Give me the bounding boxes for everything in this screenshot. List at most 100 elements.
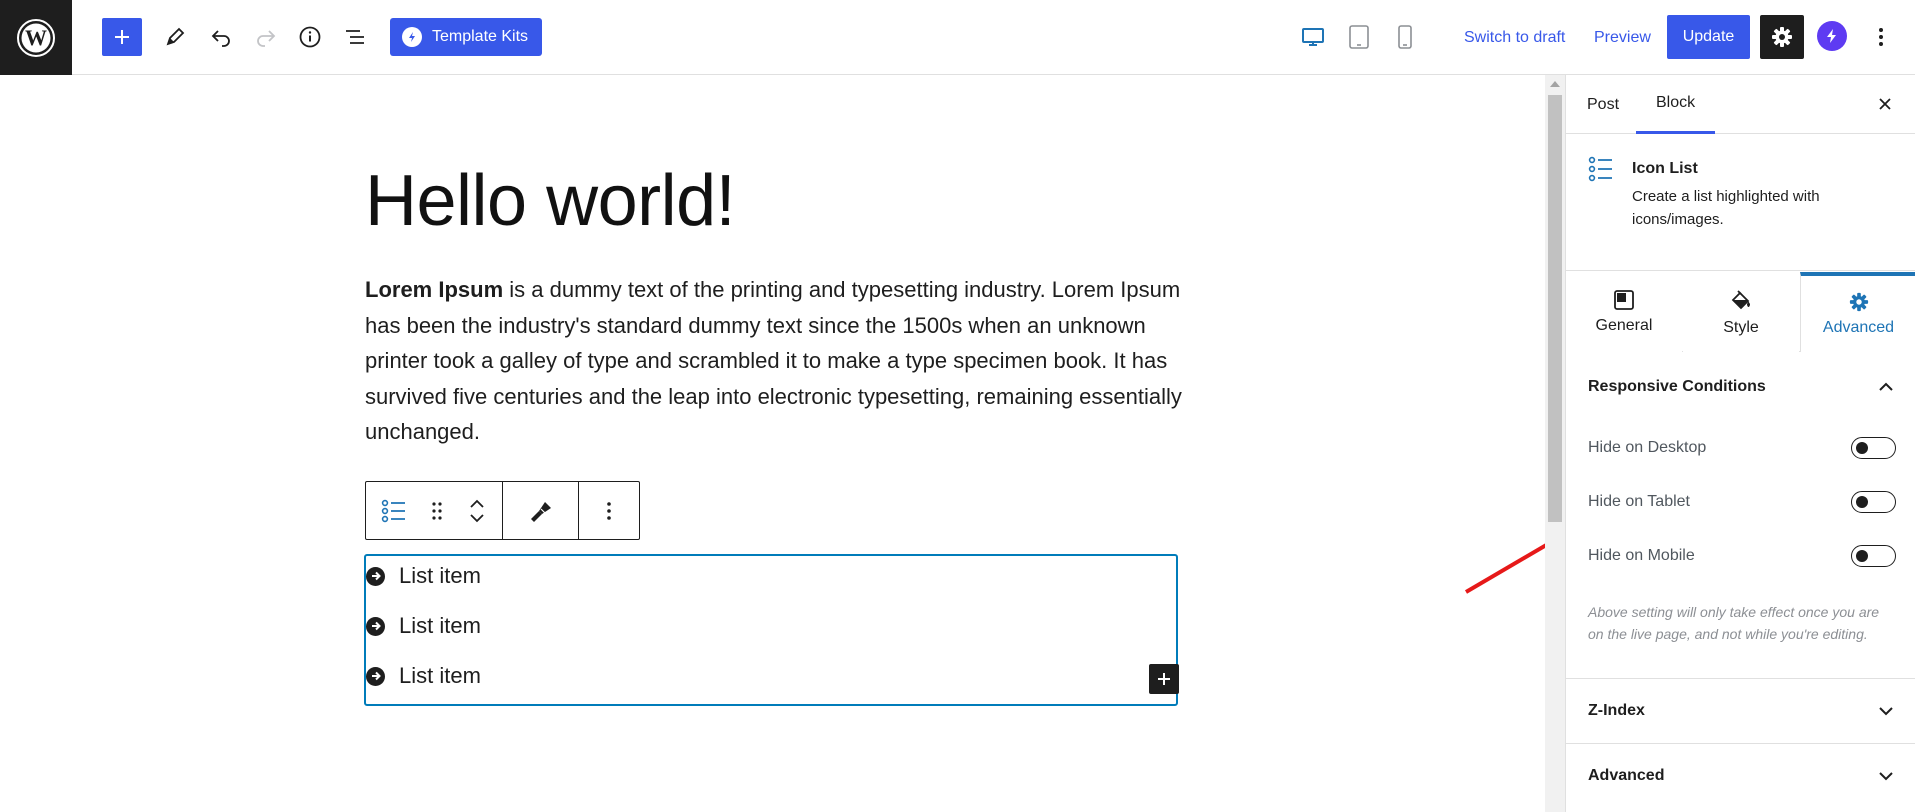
hide-on-desktop-row: Hide on Desktop <box>1588 437 1896 459</box>
details-button[interactable] <box>295 22 325 52</box>
arrow-circle-right-icon <box>366 616 385 636</box>
hide-on-tablet-row: Hide on Tablet <box>1588 491 1896 513</box>
post-title[interactable]: Hello world! <box>365 160 736 242</box>
bolt-icon <box>1827 29 1836 43</box>
template-kits-logo-icon <box>402 27 422 47</box>
pencil-icon <box>166 27 185 46</box>
plus-icon <box>1158 673 1170 685</box>
add-list-item-button[interactable] <box>1149 664 1179 694</box>
options-menu-button[interactable] <box>1866 22 1896 52</box>
paragraph-text: is a dummy text of the printing and type… <box>365 277 1182 445</box>
arrow-circle-right-icon <box>366 566 385 586</box>
panel-tab-label: Style <box>1723 318 1759 336</box>
move-up-icon[interactable] <box>469 499 485 509</box>
gear-icon <box>1772 27 1792 47</box>
settings-sidebar: Post Block Icon List Create a list highl… <box>1565 75 1915 812</box>
close-sidebar-button[interactable] <box>1872 91 1898 117</box>
paint-bucket-icon <box>1731 289 1750 309</box>
block-options-button[interactable] <box>579 482 639 539</box>
gear-icon <box>1849 292 1868 311</box>
redo-icon <box>257 30 276 47</box>
template-kits-button[interactable]: Template Kits <box>390 18 543 56</box>
section-title: Responsive Conditions <box>1588 378 1766 395</box>
hide-on-mobile-row: Hide on Mobile <box>1588 545 1896 567</box>
responsive-conditions-toggle[interactable]: Responsive Conditions <box>1566 355 1915 419</box>
tab-block[interactable]: Block <box>1636 75 1716 134</box>
panel-tabs: General Style Advanced <box>1566 272 1915 352</box>
redo-button[interactable] <box>251 22 281 52</box>
sidebar-tabs: Post Block <box>1566 75 1915 134</box>
list-item-text: List item <box>399 563 481 588</box>
preview-desktop-button[interactable] <box>1298 22 1328 52</box>
scrollbar-thumb[interactable] <box>1548 95 1562 522</box>
more-vertical-icon <box>607 501 611 520</box>
list-item-text: List item <box>399 663 481 688</box>
update-button[interactable]: Update <box>1667 15 1750 59</box>
block-card-description: Create a list highlighted with icons/ima… <box>1632 188 1820 228</box>
chevron-down-icon <box>1879 772 1893 781</box>
switch-to-draft-button[interactable]: Switch to draft <box>1464 22 1565 54</box>
undo-icon <box>211 30 230 47</box>
list-item[interactable]: List item <box>366 663 481 689</box>
panel-tab-style[interactable]: Style <box>1683 272 1799 352</box>
tablet-icon <box>1349 25 1369 49</box>
hide-on-tablet-toggle[interactable] <box>1851 491 1896 513</box>
hide-on-mobile-toggle[interactable] <box>1851 545 1896 567</box>
panel-tab-advanced[interactable]: Advanced <box>1800 272 1915 352</box>
icon-list-icon <box>1588 156 1612 182</box>
more-vertical-icon <box>1879 28 1883 46</box>
tools-edit-button[interactable] <box>160 22 190 52</box>
panel-tab-general[interactable]: General <box>1566 272 1682 352</box>
svg-text:W: W <box>25 25 47 50</box>
preview-mobile-button[interactable] <box>1390 22 1420 52</box>
editor-scrollbar[interactable] <box>1545 75 1565 812</box>
plugin-avatar-button[interactable] <box>1817 21 1847 51</box>
undo-button[interactable] <box>206 22 236 52</box>
block-toolbar <box>365 481 640 540</box>
layout-icon <box>1614 289 1634 310</box>
list-item[interactable]: List item <box>366 563 481 589</box>
block-type-switcher-button[interactable] <box>366 482 422 539</box>
preview-tablet-button[interactable] <box>1344 22 1374 52</box>
hide-on-desktop-toggle[interactable] <box>1851 437 1896 459</box>
preview-button[interactable]: Preview <box>1594 22 1651 54</box>
styles-button[interactable] <box>503 482 578 539</box>
section-title: Z-Index <box>1588 702 1645 719</box>
list-item-text: List item <box>399 613 481 638</box>
list-view-button[interactable] <box>340 22 370 52</box>
paragraph-bold-text: Lorem Ipsum <box>365 277 504 302</box>
block-mover <box>452 482 502 539</box>
icon-list-block[interactable]: List item List item List item <box>364 554 1179 706</box>
chevron-up-icon <box>1879 382 1893 391</box>
drag-handle[interactable] <box>422 482 452 539</box>
desktop-icon <box>1302 28 1324 46</box>
add-block-button[interactable] <box>102 18 142 56</box>
toggle-label: Hide on Tablet <box>1588 493 1690 510</box>
drag-handle-icon <box>432 501 442 520</box>
toggle-label: Hide on Mobile <box>1588 547 1695 564</box>
tab-post[interactable]: Post <box>1587 75 1619 134</box>
list-view-icon <box>346 30 364 44</box>
plus-icon <box>115 30 129 44</box>
move-down-icon[interactable] <box>469 513 485 523</box>
responsive-help-text: Above setting will only take effect once… <box>1588 604 1880 642</box>
wordpress-logo-icon: W <box>17 18 55 57</box>
chevron-down-icon <box>1879 707 1893 716</box>
z-index-section-toggle[interactable]: Z-Index <box>1566 679 1915 743</box>
advanced-section-toggle[interactable]: Advanced <box>1566 744 1915 808</box>
template-kits-label: Template Kits <box>432 28 529 45</box>
panel-tab-label: General <box>1595 316 1653 334</box>
close-icon <box>1879 98 1891 110</box>
list-item[interactable]: List item <box>366 613 481 639</box>
icon-list-icon <box>381 499 405 522</box>
brush-icon <box>530 501 551 522</box>
scroll-up-icon[interactable] <box>1550 81 1560 87</box>
paragraph-block[interactable]: Lorem Ipsum is a dummy text of the print… <box>365 272 1185 450</box>
section-title: Advanced <box>1588 767 1665 784</box>
block-card-title: Icon List <box>1632 160 1698 177</box>
toggle-label: Hide on Desktop <box>1588 439 1707 456</box>
wordpress-logo-button[interactable]: W <box>0 0 72 75</box>
panel-tab-label: Advanced <box>1822 318 1895 336</box>
arrow-circle-right-icon <box>366 666 385 686</box>
settings-button[interactable] <box>1760 15 1804 59</box>
